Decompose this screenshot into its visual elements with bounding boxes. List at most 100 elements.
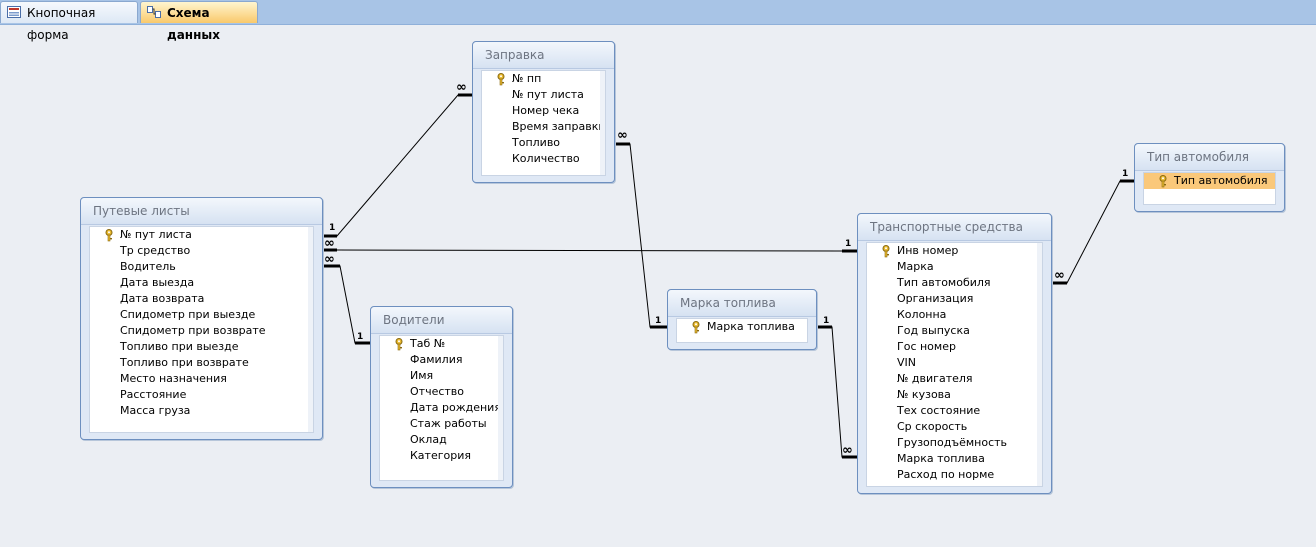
cardinality-one: 1: [329, 223, 336, 233]
scrollbar[interactable]: [1037, 243, 1042, 486]
field-row[interactable]: Таб №: [380, 336, 503, 352]
field-row[interactable]: Тр средство: [90, 243, 313, 259]
field-label: № пут листа: [512, 88, 584, 101]
table-putevye-listy[interactable]: Путевые листы № пут листа Тр средство Води…: [80, 197, 323, 440]
relationship-putevye-zapravka: [323, 94, 473, 237]
field-row[interactable]: Фамилия: [380, 352, 503, 368]
field-row[interactable]: Время заправки: [482, 119, 605, 135]
field-row[interactable]: Номер чека: [482, 103, 605, 119]
field-row[interactable]: Масса груза: [90, 403, 313, 419]
field-row[interactable]: Расстояние: [90, 387, 313, 403]
field-label: Ср скорость: [897, 420, 968, 433]
field-row[interactable]: Марка топлива: [867, 451, 1042, 467]
field-row[interactable]: Тип автомобиля: [867, 275, 1042, 291]
field-row[interactable]: Гос номер: [867, 339, 1042, 355]
field-label: № пп: [512, 72, 542, 85]
table-marka-topliva[interactable]: Марка топлива Марка топлива: [667, 289, 817, 350]
field-label: VIN: [897, 356, 916, 369]
table-title[interactable]: Транспортные средства: [858, 214, 1051, 241]
scrollbar[interactable]: [308, 227, 313, 432]
cardinality-many: ∞: [324, 236, 335, 251]
relationship-putevye-transport: [323, 249, 857, 252]
field-row[interactable]: Топливо: [482, 135, 605, 151]
field-label: Время заправки: [512, 120, 606, 133]
field-list: № пут листа Тр средство Водитель Дата выезд…: [89, 226, 314, 433]
field-row[interactable]: Топливо при возврате: [90, 355, 313, 371]
table-title[interactable]: Марка топлива: [668, 290, 816, 317]
field-list: Инв номер Марка Тип автомобиля Организация К…: [866, 242, 1043, 487]
table-zapravka[interactable]: Заправка № пп № пут листа Номер чека Время …: [472, 41, 615, 183]
cardinality-many: ∞: [1054, 268, 1065, 283]
field-row[interactable]: Имя: [380, 368, 503, 384]
field-row[interactable]: Топливо при выезде: [90, 339, 313, 355]
field-label: Организация: [897, 292, 974, 305]
field-row[interactable]: Расход по норме: [867, 467, 1042, 483]
field-label: Таб №: [410, 337, 446, 350]
field-label: Тип автомобиля: [897, 276, 991, 289]
primary-key-icon: [496, 73, 506, 86]
field-row[interactable]: Грузоподъёмность: [867, 435, 1042, 451]
table-transportnye-sredstva[interactable]: Транспортные средства Инв номер Марка Тип …: [857, 213, 1052, 494]
cardinality-one: 1: [357, 332, 364, 342]
field-row[interactable]: Тех состояние: [867, 403, 1042, 419]
field-row[interactable]: Марка топлива: [677, 319, 807, 335]
field-row[interactable]: Марка: [867, 259, 1042, 275]
table-voditeli[interactable]: Водители Таб № Фамилия Имя Отчество Дата рож…: [370, 306, 513, 488]
field-row[interactable]: Оклад: [380, 432, 503, 448]
field-list: Тип автомобиля: [1143, 172, 1276, 205]
field-row[interactable]: Спидометр при выезде: [90, 307, 313, 323]
field-label: Номер чека: [512, 104, 580, 117]
field-label: Топливо: [512, 136, 561, 149]
relationship-marka-transport: [817, 326, 857, 458]
field-row[interactable]: Год выпуска: [867, 323, 1042, 339]
field-list: № пп № пут листа Номер чека Время заправки Т…: [481, 70, 606, 176]
table-title[interactable]: Водители: [371, 307, 512, 334]
field-row[interactable]: Инв номер: [867, 243, 1042, 259]
field-label: Дата рождения: [410, 401, 501, 414]
field-label: Расстояние: [120, 388, 187, 401]
field-label: Дата выезда: [120, 276, 195, 289]
field-row[interactable]: Ср скорость: [867, 419, 1042, 435]
field-row[interactable]: Дата выезда: [90, 275, 313, 291]
field-label: Оклад: [410, 433, 447, 446]
field-label: Топливо при выезде: [120, 340, 239, 353]
field-row[interactable]: VIN: [867, 355, 1042, 371]
scrollbar[interactable]: [498, 336, 503, 480]
relationship-zapravka-marka: [615, 143, 667, 328]
cardinality-many: ∞: [456, 80, 467, 95]
field-row[interactable]: Организация: [867, 291, 1042, 307]
field-label: Расход по норме: [897, 468, 995, 481]
field-row[interactable]: Дата рождения: [380, 400, 503, 416]
field-label: Место назначения: [120, 372, 227, 385]
table-tip-avtomobilya[interactable]: Тип автомобиля Тип автомобиля: [1134, 143, 1285, 212]
field-row[interactable]: Категория: [380, 448, 503, 464]
field-row[interactable]: Тип автомобиля: [1144, 173, 1275, 189]
field-label: Грузоподъёмность: [897, 436, 1008, 449]
field-row[interactable]: № пп: [482, 71, 605, 87]
field-row[interactable]: Дата возврата: [90, 291, 313, 307]
field-label: Имя: [410, 369, 434, 382]
table-title[interactable]: Заправка: [473, 42, 614, 69]
field-row[interactable]: № кузова: [867, 387, 1042, 403]
field-row[interactable]: № двигателя: [867, 371, 1042, 387]
table-title[interactable]: Путевые листы: [81, 198, 322, 225]
cardinality-many: ∞: [842, 443, 853, 458]
field-row[interactable]: Колонна: [867, 307, 1042, 323]
field-label: Спидометр при выезде: [120, 308, 256, 321]
cardinality-many: ∞: [617, 128, 628, 143]
table-title[interactable]: Тип автомобиля: [1135, 144, 1284, 171]
field-row[interactable]: Отчество: [380, 384, 503, 400]
field-row[interactable]: Место назначения: [90, 371, 313, 387]
field-label: Водитель: [120, 260, 176, 273]
primary-key-icon: [881, 245, 891, 258]
cardinality-one: 1: [1122, 169, 1129, 179]
field-row[interactable]: Количество: [482, 151, 605, 167]
field-label: Марка топлива: [707, 320, 795, 333]
scrollbar[interactable]: [600, 71, 605, 175]
field-row[interactable]: Спидометр при возврате: [90, 323, 313, 339]
field-row[interactable]: № пут листа: [482, 87, 605, 103]
field-row[interactable]: Водитель: [90, 259, 313, 275]
field-row[interactable]: Стаж работы: [380, 416, 503, 432]
field-row[interactable]: № пут листа: [90, 227, 313, 243]
cardinality-one: 1: [655, 316, 662, 326]
